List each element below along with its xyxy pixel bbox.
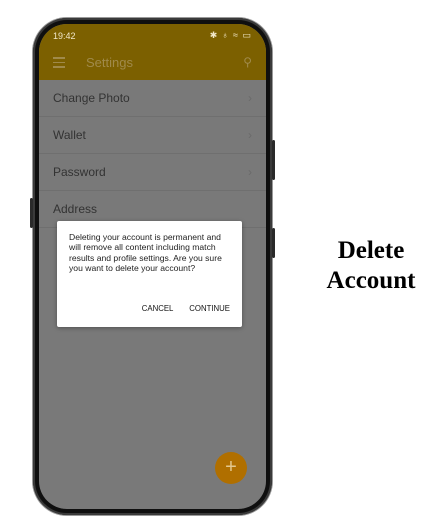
- settings-item-label: Password: [53, 165, 106, 179]
- status-bar: 19:42 ✱ ♁ ≈ ▭: [39, 24, 266, 46]
- phone-side-button: [30, 198, 33, 228]
- delete-account-dialog: Deleting your account is permanent and w…: [57, 221, 242, 327]
- status-time: 19:42: [53, 31, 76, 41]
- chevron-right-icon: ›: [248, 165, 252, 179]
- dialog-actions: CANCEL CONTINUE: [128, 304, 230, 313]
- search-icon[interactable]: ⚲: [243, 55, 252, 69]
- chevron-right-icon: ›: [248, 91, 252, 105]
- settings-item-label: Wallet: [53, 128, 86, 142]
- continue-button[interactable]: CONTINUE: [189, 304, 230, 313]
- add-fab-button[interactable]: +: [215, 452, 247, 484]
- phone-frame: 19:42 ✱ ♁ ≈ ▭ Settings ⚲ Change Photo › …: [30, 18, 275, 515]
- caption-line-2: Account: [326, 267, 416, 294]
- app-bar: Settings ⚲: [39, 46, 266, 80]
- settings-item-password[interactable]: Password ›: [39, 154, 266, 191]
- settings-item-label: Change Photo: [53, 91, 130, 105]
- chevron-right-icon: ›: [248, 128, 252, 142]
- dialog-message: Deleting your account is permanent and w…: [69, 232, 222, 273]
- caption: Delete Account: [300, 236, 442, 296]
- settings-list: Change Photo › Wallet › Password › Addre…: [39, 80, 266, 228]
- settings-item-change-photo[interactable]: Change Photo ›: [39, 80, 266, 117]
- page-title: Settings: [86, 55, 133, 70]
- menu-icon[interactable]: [53, 57, 65, 71]
- settings-item-label: Address: [53, 202, 98, 216]
- phone-volume-button: [272, 140, 275, 180]
- phone-power-button: [272, 228, 275, 258]
- plus-icon: +: [225, 456, 237, 478]
- phone-screen: 19:42 ✱ ♁ ≈ ▭ Settings ⚲ Change Photo › …: [39, 24, 266, 509]
- status-icons: ✱ ♁ ≈ ▭: [209, 30, 252, 40]
- cancel-button[interactable]: CANCEL: [142, 304, 173, 313]
- settings-item-wallet[interactable]: Wallet ›: [39, 117, 266, 154]
- caption-line-1: Delete: [337, 237, 405, 264]
